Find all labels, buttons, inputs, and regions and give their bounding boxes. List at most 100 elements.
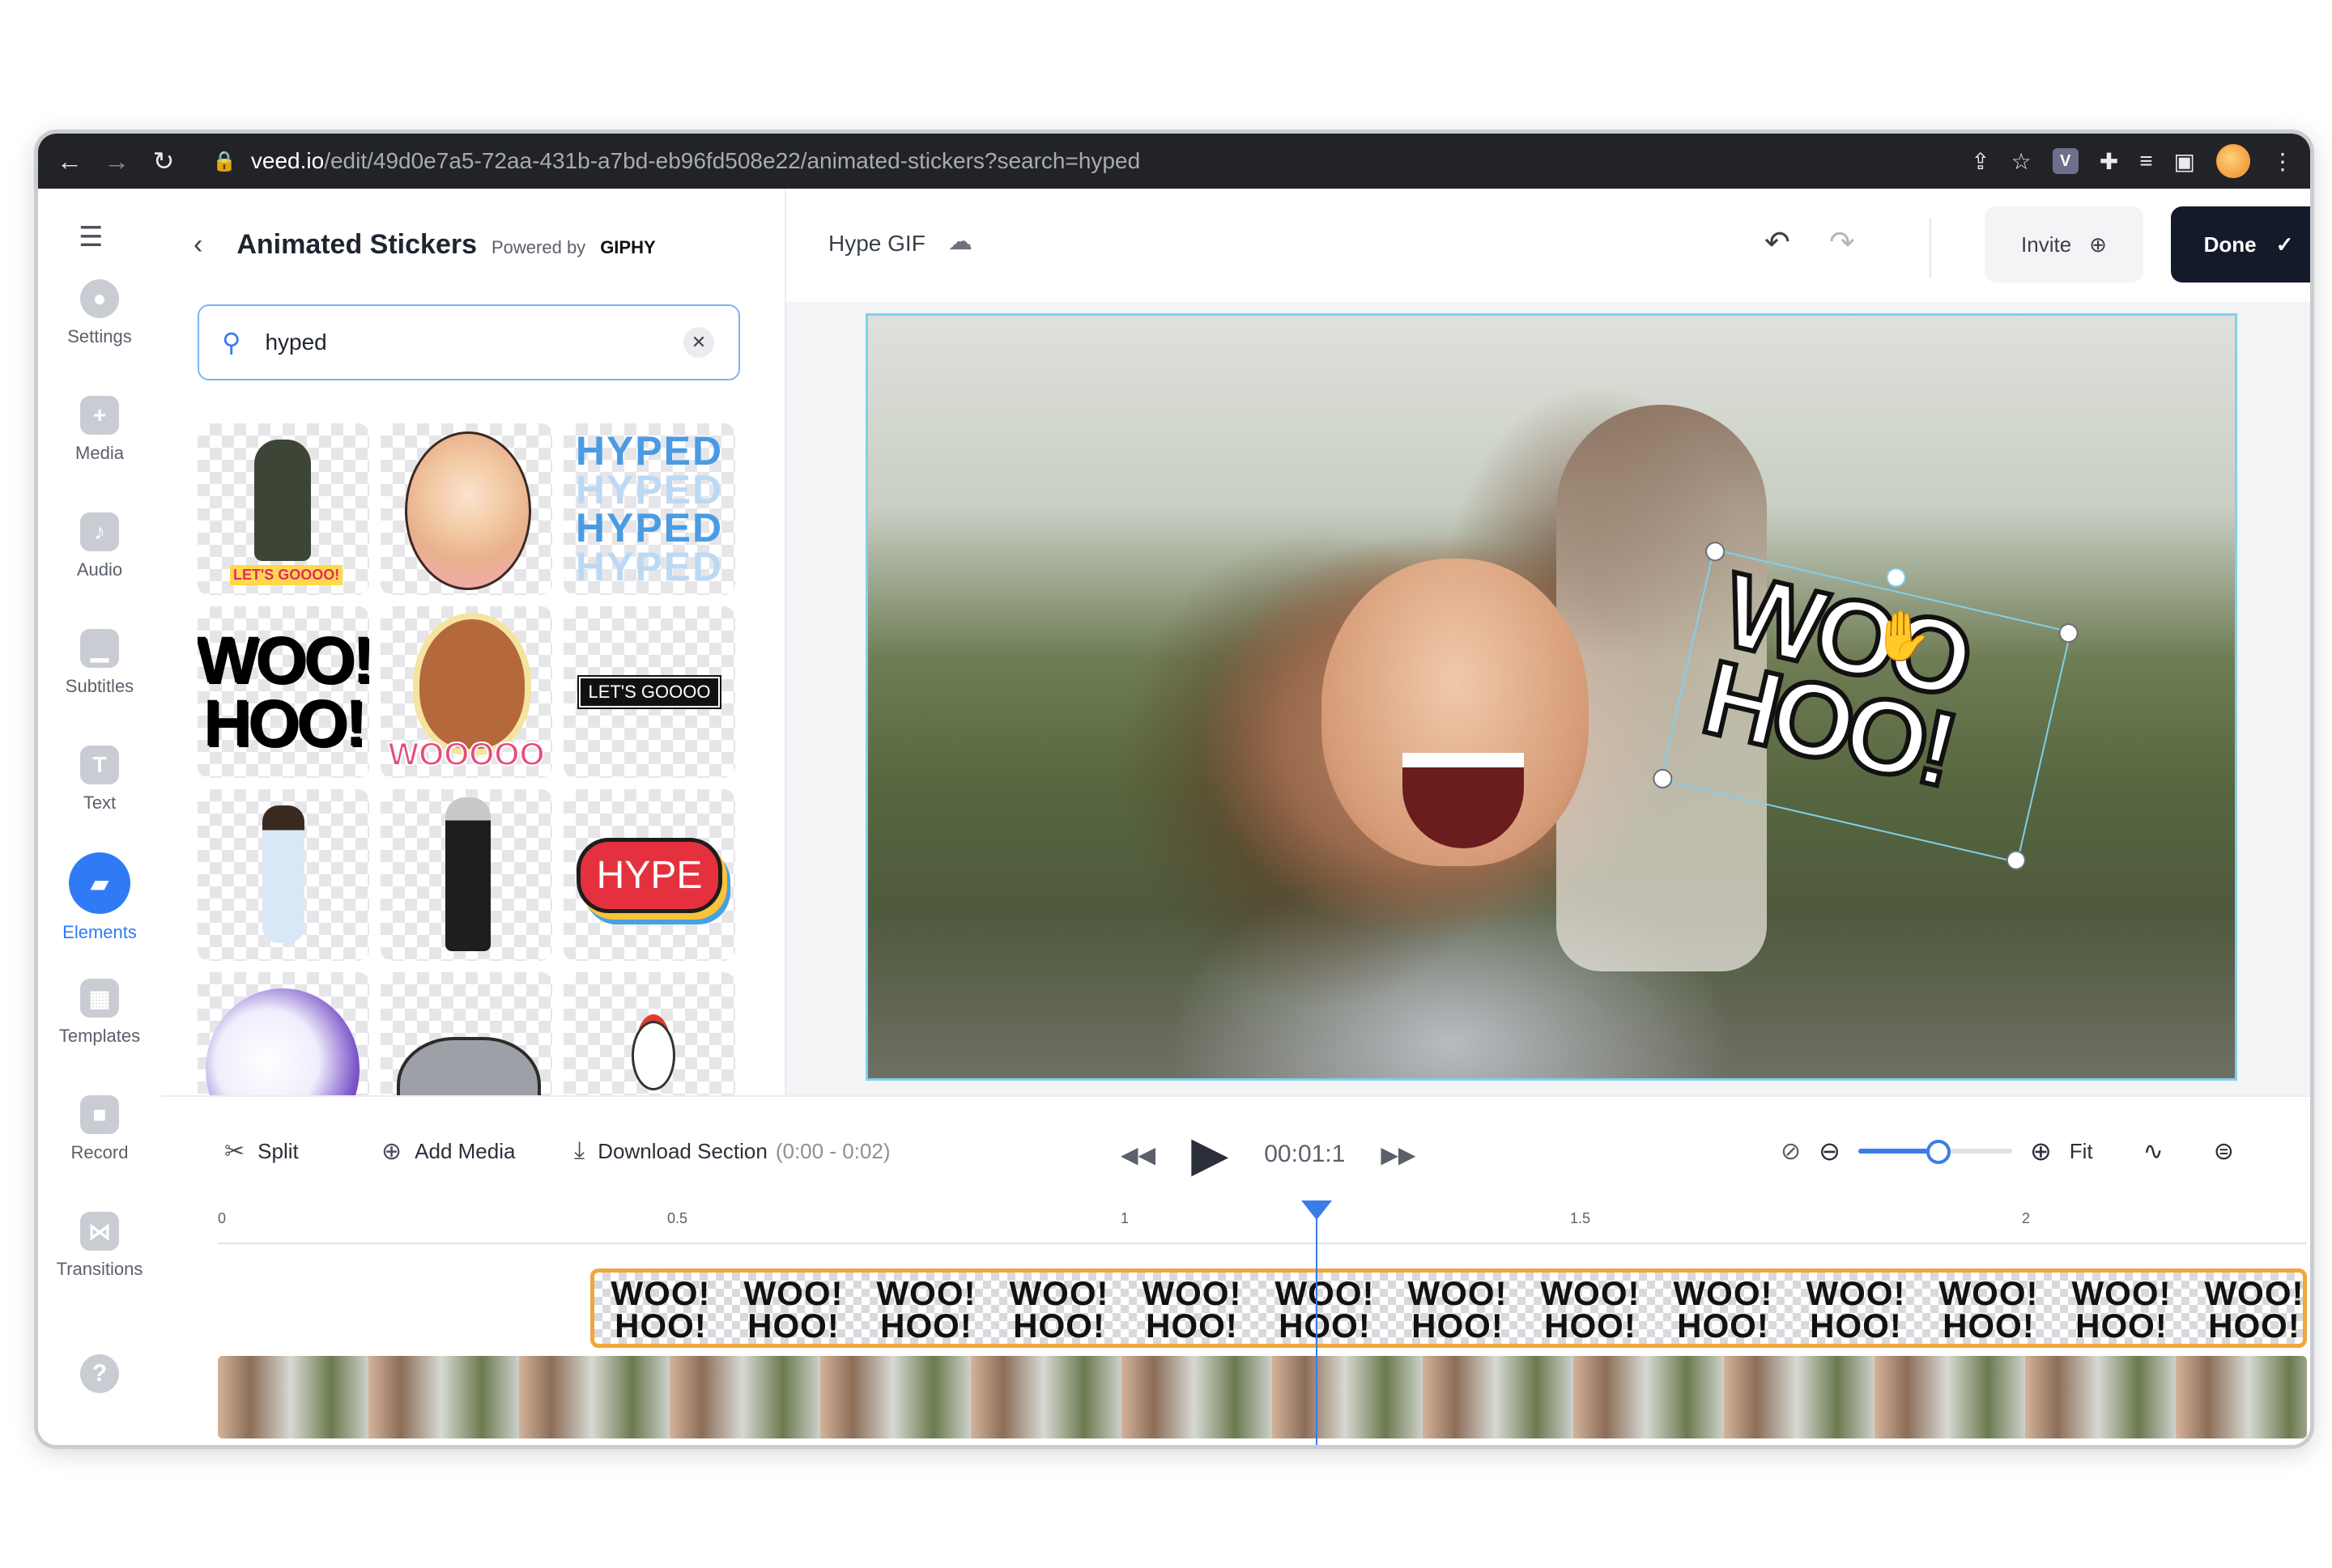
sticker-tile[interactable] <box>198 789 369 961</box>
invite-label: Invite <box>2021 232 2072 257</box>
track-frame-bottom: HOO! <box>1544 1306 1636 1345</box>
sticker-tile[interactable] <box>198 972 369 1095</box>
sticker-caption: WOOOOO <box>387 736 545 773</box>
sticker-track-clip[interactable]: WOO! HOO! WOO! HOO! WOO! HOO! WOO! HOO! WOO! HOO!… <box>590 1268 2307 1348</box>
url-host: veed.io <box>250 148 325 173</box>
video-canvas[interactable]: WOO HOO! ✋ <box>866 313 2237 1081</box>
sidepanel-icon[interactable]: ▣ <box>2174 148 2195 175</box>
done-button[interactable]: Done ✓ <box>2171 206 2310 283</box>
zoom-in-icon[interactable]: ⊕ <box>2030 1136 2052 1166</box>
rail-item-audio[interactable]: ♪ Audio <box>38 512 161 580</box>
playlist-icon[interactable]: ≡ <box>2139 148 2152 174</box>
transitions-icon: ⋈ <box>80 1212 119 1251</box>
snap-off-icon[interactable]: ⊘ <box>1781 1137 1801 1166</box>
track-frame-bottom: HOO! <box>1146 1306 1238 1345</box>
comment-icon[interactable]: ⊜ <box>2214 1137 2234 1166</box>
timecode: 00:01:1 <box>1264 1141 1346 1167</box>
rail-item-settings[interactable]: ● Settings <box>38 279 161 347</box>
search-input[interactable] <box>263 329 656 356</box>
help-icon[interactable]: ? <box>80 1354 119 1393</box>
dancer-figure <box>262 805 304 943</box>
play-icon[interactable]: ▶ <box>1191 1126 1228 1183</box>
share-icon[interactable]: ⇪ <box>1971 148 1989 175</box>
track-frame-top: WOO! <box>1407 1274 1508 1312</box>
sticker-tile[interactable] <box>381 972 552 1095</box>
sticker-grid: LET'S GOOOO! HYPED HYPED HYPED HYPED WOO… <box>198 423 748 1095</box>
zoom-out-icon[interactable]: ⊖ <box>1819 1136 1840 1166</box>
track-frame-bottom: HOO! <box>880 1306 972 1345</box>
profile-avatar[interactable] <box>2216 144 2250 178</box>
hamburger-menu-icon[interactable]: ☰ <box>79 221 103 253</box>
ruler-tick: 1 <box>1121 1210 1130 1226</box>
add-media-button[interactable]: ⊕ Add Media <box>381 1137 515 1166</box>
reload-icon[interactable]: ↻ <box>140 138 187 185</box>
sticker-tile[interactable] <box>381 423 552 595</box>
skip-forward-icon[interactable]: ▶▶ <box>1381 1141 1415 1168</box>
camera-icon: ■ <box>80 1095 119 1134</box>
templates-icon: ▦ <box>80 979 119 1018</box>
skip-back-icon[interactable]: ◀◀ <box>1121 1141 1155 1168</box>
track-frame-bottom: HOO! <box>1943 1306 2035 1345</box>
zoom-slider-thumb[interactable] <box>1926 1140 1951 1164</box>
woo-hoo-sticker: WOO HOO! <box>1691 547 1980 810</box>
rail-item-transitions[interactable]: ⋈ Transitions <box>38 1212 161 1280</box>
stickers-panel: ‹ Animated Stickers Powered by GIPHY ⚲ ✕… <box>161 189 786 1095</box>
grab-hand-cursor-icon: ✋ <box>1872 609 1933 663</box>
sticker-tile[interactable]: WOO! HOO! <box>198 606 369 778</box>
panel-title: Animated Stickers <box>236 229 477 260</box>
split-button[interactable]: ✂ Split <box>224 1137 299 1166</box>
clear-search-icon[interactable]: ✕ <box>683 327 714 358</box>
waveform-icon[interactable]: ∿ <box>2143 1137 2164 1166</box>
project-name[interactable]: Hype GIF <box>828 231 926 257</box>
sticker-tile[interactable]: WOOOOO <box>381 606 552 778</box>
rail-label: Record <box>70 1142 129 1162</box>
rail-item-text[interactable]: T Text <box>38 746 161 814</box>
track-frame: WOO! HOO! <box>1922 1273 2055 1345</box>
hyped-stack: HYPED HYPED HYPED HYPED <box>576 431 723 586</box>
gear-icon: ● <box>80 279 119 318</box>
track-frame-top: WOO! <box>1673 1274 1773 1312</box>
veed-extension-icon[interactable]: V <box>2052 148 2079 174</box>
download-section-button[interactable]: ⤓ Download Section (0:00 - 0:02) <box>574 1137 890 1165</box>
video-track-clip[interactable] <box>218 1356 2307 1438</box>
url-path: /edit/49d0e7a5-72aa-431b-a7bd-eb96fd508e… <box>324 148 1141 173</box>
track-frame-bottom: HOO! <box>615 1306 707 1345</box>
playhead-handle[interactable] <box>1301 1200 1332 1220</box>
sticker-tile[interactable] <box>381 789 552 961</box>
resize-handle-bottom-right[interactable] <box>2004 848 2028 873</box>
puzzle-icon[interactable]: ✚ <box>2100 148 2118 175</box>
rail-item-media[interactable]: + Media <box>38 396 161 464</box>
track-frame-top: WOO! <box>1806 1274 1906 1312</box>
rail-item-templates[interactable]: ▦ Templates <box>38 979 161 1047</box>
ruler-tick: 0 <box>218 1210 227 1226</box>
track-frame-top: WOO! <box>1540 1274 1640 1312</box>
track-frame-top: WOO! <box>611 1274 711 1312</box>
sticker-tile[interactable] <box>564 972 735 1095</box>
zoom-slider[interactable] <box>1858 1140 2012 1164</box>
rail-item-record[interactable]: ■ Record <box>38 1095 161 1163</box>
rail-item-subtitles[interactable]: ▁ Subtitles <box>38 629 161 697</box>
track-frame-bottom: HOO! <box>747 1306 840 1345</box>
rail-item-elements[interactable]: ▰ Elements <box>38 852 161 943</box>
track-frame: WOO! HOO! <box>594 1273 727 1345</box>
bookmark-star-icon[interactable]: ☆ <box>2011 148 2032 175</box>
sticker-tile[interactable]: HYPE <box>564 789 735 961</box>
forward-icon[interactable]: → <box>93 138 140 185</box>
chevron-left-icon[interactable]: ‹ <box>194 229 202 261</box>
undo-icon[interactable]: ↶ <box>1764 224 1790 261</box>
playhead[interactable] <box>1301 1200 1332 1445</box>
back-icon[interactable]: ← <box>46 138 93 185</box>
more-vert-icon[interactable]: ⋮ <box>2271 148 2294 175</box>
sticker-tile[interactable]: HYPED HYPED HYPED HYPED <box>564 423 735 595</box>
track-frame-bottom: HOO! <box>1279 1306 1371 1345</box>
address-bar[interactable]: 🔒 veed.io /edit/49d0e7a5-72aa-431b-a7bd-… <box>212 140 2026 182</box>
redo-icon[interactable]: ↷ <box>1829 224 1855 261</box>
text-icon: T <box>80 746 119 784</box>
resize-handle-top-right[interactable] <box>2057 621 2081 645</box>
sticker-caption: LET'S GOOOO <box>577 675 722 709</box>
invite-button[interactable]: Invite ⊕ <box>1985 206 2143 283</box>
sticker-tile[interactable]: LET'S GOOOO <box>564 606 735 778</box>
timeline-ruler[interactable]: 0 0.5 1 1.5 2 <box>218 1210 2307 1244</box>
fit-button[interactable]: Fit <box>2070 1139 2093 1164</box>
sticker-tile[interactable]: LET'S GOOOO! <box>198 423 369 595</box>
